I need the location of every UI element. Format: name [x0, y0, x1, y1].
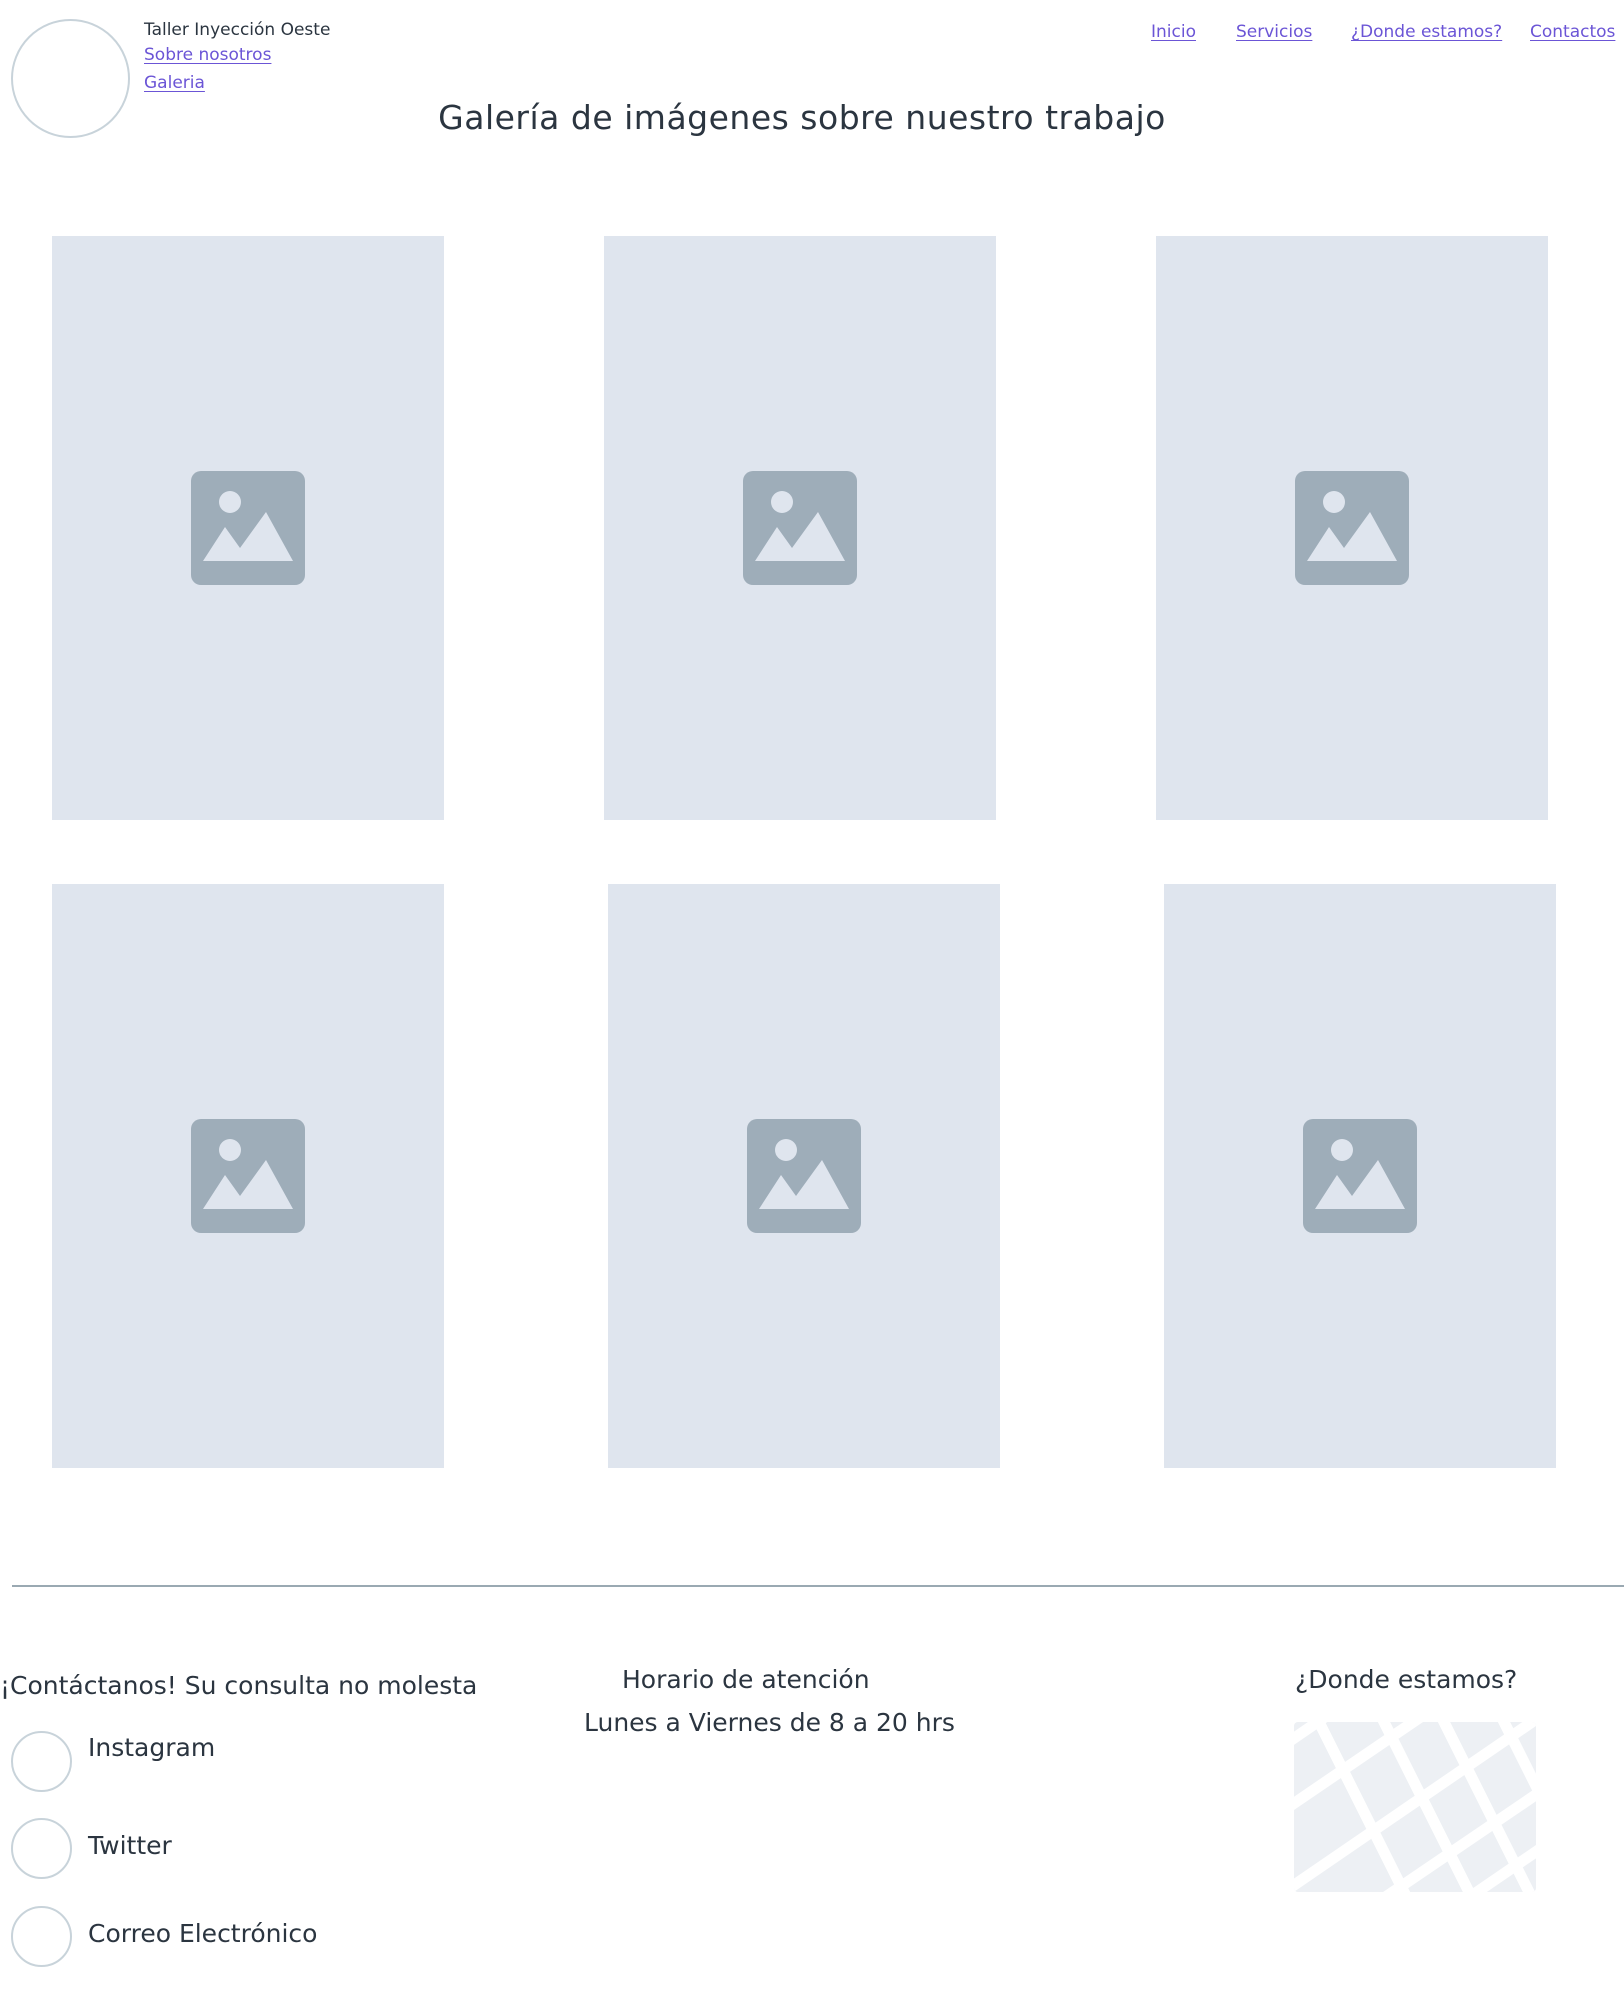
- hours-text: Lunes a Viernes de 8 a 20 hrs: [584, 1708, 955, 1737]
- nav-inicio[interactable]: Inicio: [1151, 22, 1196, 42]
- nav-contactos[interactable]: Contactos: [1530, 22, 1615, 42]
- hours-heading: Horario de atención: [622, 1665, 870, 1694]
- gallery-image[interactable]: [604, 236, 996, 820]
- twitter-icon[interactable]: [11, 1818, 72, 1879]
- instagram-link[interactable]: Instagram: [88, 1733, 215, 1762]
- brand-name: Taller Inyección Oeste: [144, 20, 331, 40]
- map-icon: [1294, 1722, 1536, 1892]
- instagram-icon[interactable]: [11, 1731, 72, 1792]
- image-placeholder-icon: [1303, 1119, 1417, 1233]
- gallery-image[interactable]: [608, 884, 1000, 1468]
- image-placeholder-icon: [1295, 471, 1409, 585]
- image-placeholder-icon: [191, 471, 305, 585]
- nav-donde-estamos[interactable]: ¿Donde estamos?: [1351, 22, 1502, 42]
- image-placeholder-icon: [743, 471, 857, 585]
- page-title: Galería de imágenes sobre nuestro trabaj…: [438, 98, 1166, 137]
- gallery-image[interactable]: [1164, 884, 1556, 1468]
- image-placeholder-icon: [747, 1119, 861, 1233]
- map-placeholder[interactable]: [1294, 1722, 1536, 1892]
- twitter-link[interactable]: Twitter: [88, 1831, 172, 1860]
- gallery-image[interactable]: [1156, 236, 1548, 820]
- link-sobre-nosotros[interactable]: Sobre nosotros: [144, 45, 271, 65]
- email-link[interactable]: Correo Electrónico: [88, 1919, 317, 1948]
- email-icon[interactable]: [11, 1906, 72, 1967]
- location-heading: ¿Donde estamos?: [1295, 1665, 1518, 1694]
- gallery-image[interactable]: [52, 884, 444, 1468]
- gallery-image[interactable]: [52, 236, 444, 820]
- footer-divider: [12, 1585, 1624, 1587]
- link-galeria[interactable]: Galeria: [144, 73, 205, 93]
- image-placeholder-icon: [191, 1119, 305, 1233]
- nav-servicios[interactable]: Servicios: [1236, 22, 1312, 42]
- contact-heading: ¡Contáctanos! Su consulta no molesta: [0, 1671, 478, 1700]
